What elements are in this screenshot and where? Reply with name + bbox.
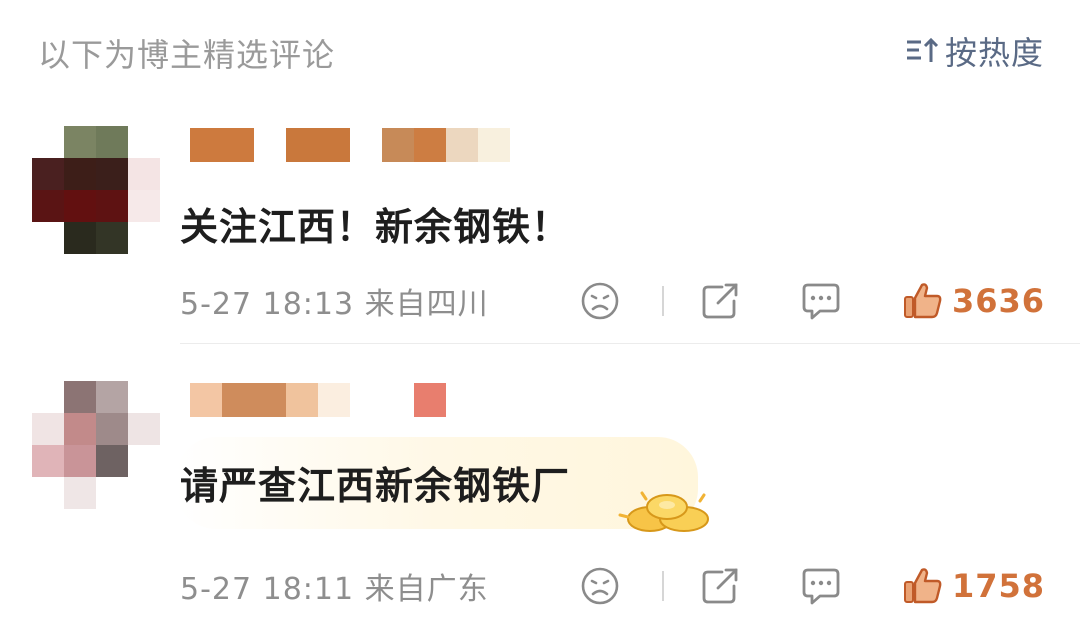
reply-button[interactable]: [800, 281, 842, 321]
username-redacted[interactable]: [190, 128, 510, 162]
comment-location: 来自广东: [364, 572, 489, 607]
share-button[interactable]: [700, 566, 742, 606]
dislike-button[interactable]: [580, 566, 620, 606]
comment-divider: [180, 343, 1080, 344]
comment-text: 请严查江西新余钢铁厂: [180, 464, 571, 508]
divider-line: [662, 286, 664, 316]
comment-item: 关注江西！新余钢铁！ 5-27 18:13 来自四川 3636: [0, 0, 1080, 340]
reply-button[interactable]: [800, 566, 842, 606]
dislike-face-icon: [581, 567, 619, 605]
username-redacted[interactable]: [190, 383, 446, 417]
thumbs-up-icon: [904, 568, 942, 604]
comment-meta-row: 5-27 18:11 来自广东 1758: [180, 561, 1050, 611]
reply-icon: [802, 568, 840, 605]
avatar[interactable]: [32, 381, 160, 509]
like-count: 3636: [952, 282, 1046, 320]
avatar[interactable]: [32, 126, 160, 254]
like-count: 1758: [952, 567, 1046, 605]
dislike-face-icon: [581, 282, 619, 320]
reply-icon: [802, 283, 840, 320]
comment-item: 请严查江西新余钢铁厂 5-27 18:11 来自广东 1758: [0, 345, 1080, 632]
comment-timestamp: 5-27 18:13 来自四川: [180, 287, 489, 322]
dislike-button[interactable]: [580, 281, 620, 321]
comment-location: 来自四川: [364, 287, 489, 322]
share-button[interactable]: [700, 281, 742, 321]
share-icon: [702, 568, 738, 604]
divider-line: [662, 571, 664, 601]
comment-meta-row: 5-27 18:13 来自四川 3636: [180, 276, 1050, 326]
like-button[interactable]: 1758: [902, 566, 1045, 606]
thumbs-up-icon: [904, 283, 942, 319]
comment-timestamp: 5-27 18:11 来自广东: [180, 572, 489, 607]
comment-text: 关注江西！新余钢铁！: [180, 205, 571, 249]
like-button[interactable]: 3636: [902, 281, 1045, 321]
gold-coins-icon: [618, 491, 709, 532]
share-icon: [702, 283, 738, 319]
